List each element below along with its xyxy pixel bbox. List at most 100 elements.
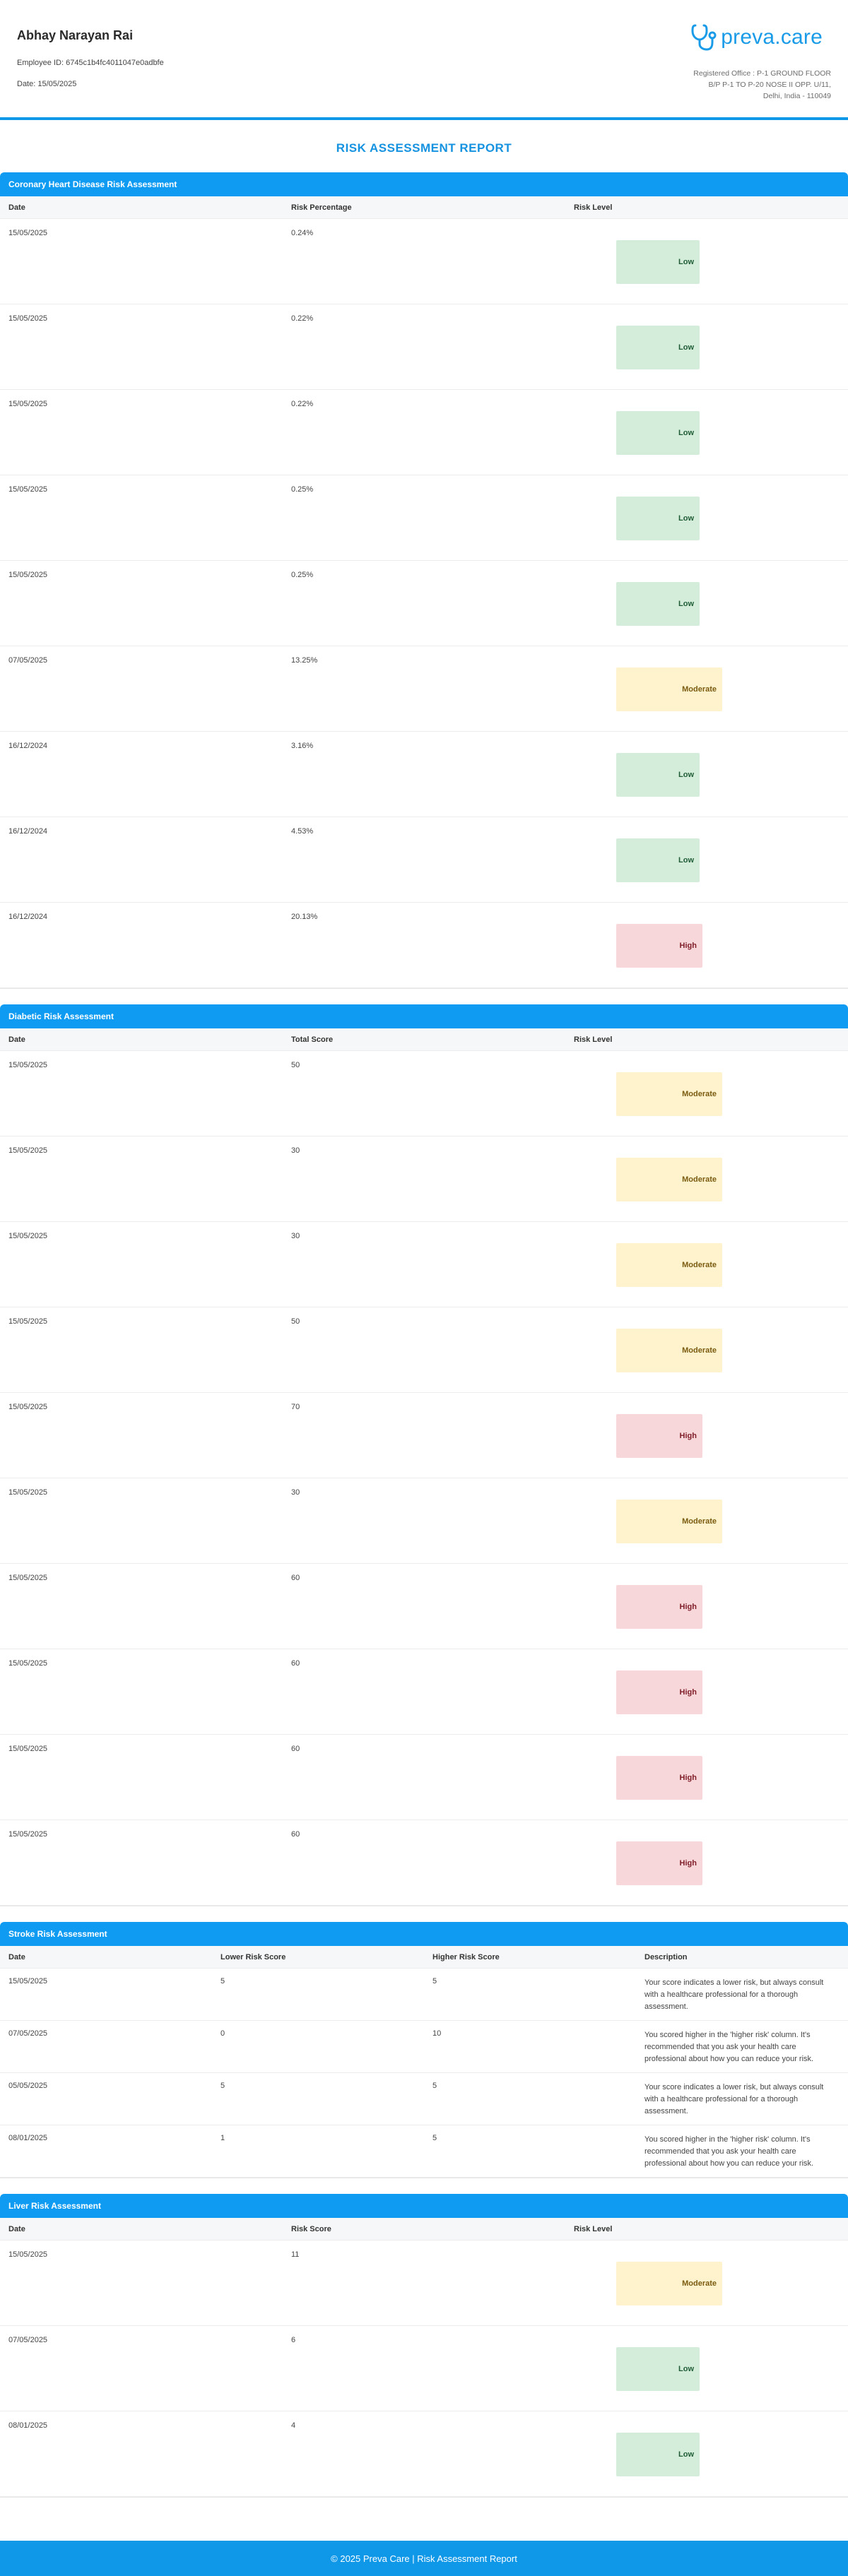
value-cell: 60 [291,1830,300,1839]
date-cell: 15/05/2025 [8,1977,48,1986]
value-cell: 30 [291,1232,300,1240]
lower-score-cell: 5 [220,2082,225,2090]
table-row: 15/05/2025 30 Moderate [0,1478,848,1564]
risk-level-badge: Moderate [616,1158,722,1201]
date-cell: 15/05/2025 [8,1745,48,1753]
table-header: Date Risk Score Risk Level [0,2218,848,2240]
risk-level-cell: Moderate [565,1232,848,1307]
value-cell: 60 [291,1574,300,1582]
risk-level-badge: High [616,924,702,968]
table-row: 08/01/2025 4 Low [0,2411,848,2497]
table-row: 15/05/2025 5 5 Your score indicates a lower… [0,1969,848,2021]
risk-level-cell: High [565,1745,848,1820]
diabetic-section: Diabetic Risk Assessment Date Total Scor… [0,1004,848,1906]
risk-level-cell: Low [565,2421,848,2496]
date-cell: 15/05/2025 [8,1830,48,1839]
value-cell: 20.13% [291,913,318,921]
value-cell: 4.53% [291,827,314,836]
risk-level-badge: Low [616,582,700,626]
address-line: Delhi, India - 110049 [762,92,831,100]
risk-level-badge: Moderate [616,2262,722,2305]
lower-score-cell: 1 [220,2134,225,2142]
address-line: Registered Office : P-1 GROUND FLOOR [693,69,831,78]
table-body: 15/05/2025 0.24% Low 15/05/2025 0.22% Low 15/0… [0,219,848,988]
table-row: 16/12/2024 20.13% High [0,903,848,988]
coronary-section: Coronary Heart Disease Risk Assessment D… [0,172,848,989]
value-cell: 13.25% [291,656,318,665]
table-row: 15/05/2025 30 Moderate [0,1222,848,1307]
date-cell: 15/05/2025 [8,400,48,408]
date-cell: 15/05/2025 [8,1574,48,1582]
table-row: 07/05/2025 6 Low [0,2326,848,2411]
table-row: 15/05/2025 50 Moderate [0,1051,848,1136]
risk-level-badge: Moderate [616,1329,722,1372]
date-cell: 15/05/2025 [8,1659,48,1668]
column-header: Risk Score [291,2224,331,2233]
employee-id: Employee ID: 6745c1b4fc4011047e0adbfe [17,59,164,67]
value-cell: 30 [291,1488,300,1497]
risk-level-badge: Low [616,838,700,882]
date-cell: 15/05/2025 [8,1317,48,1326]
column-header: Date [8,2224,25,2233]
table-row: 15/05/2025 60 High [0,1735,848,1820]
risk-level-badge: Low [616,2347,700,2391]
stroke-section: Stroke Risk Assessment Date Lower Risk S… [0,1922,848,2178]
value-cell: 0.22% [291,314,314,323]
risk-level-badge: Moderate [616,1500,722,1543]
table-row: 15/05/2025 30 Moderate [0,1136,848,1222]
value-cell: 6 [291,2336,296,2344]
risk-level-badge: Low [616,326,700,369]
value-cell: 0.25% [291,485,314,494]
higher-score-cell: 5 [432,2082,437,2090]
risk-level-cell: Moderate [565,1488,848,1563]
table-body: 15/05/2025 50 Moderate 15/05/2025 30 Moderate… [0,1051,848,1906]
risk-level-cell: Moderate [565,1146,848,1221]
logo-text: preva.care [721,25,823,49]
risk-level-badge: High [616,1670,702,1714]
value-cell: 70 [291,1403,300,1411]
date-cell: 08/01/2025 [8,2421,48,2430]
risk-level-cell: Low [565,400,848,475]
lower-score-cell: 0 [220,2029,225,2038]
risk-level-badge: Moderate [616,667,722,711]
column-header: Date [8,1035,25,1044]
risk-level-badge: High [616,1841,702,1885]
description-cell: You scored higher in the 'higher risk' c… [644,2031,814,2063]
risk-level-cell: Moderate [565,1317,848,1392]
risk-level-badge: Low [616,2433,700,2476]
risk-level-cell: High [565,1574,848,1649]
description-cell: Your score indicates a lower risk, but a… [644,1978,824,2011]
higher-score-cell: 5 [432,1977,437,1986]
column-header: Risk Level [574,2224,613,2233]
table-row: 15/05/2025 0.25% Low [0,475,848,561]
date-cell: 07/05/2025 [8,656,48,665]
risk-level-cell: Low [565,571,848,646]
higher-score-cell: 10 [432,2029,442,2038]
date-cell: 16/12/2024 [8,742,48,750]
description-cell: Your score indicates a lower risk, but a… [644,2083,824,2115]
table-row: 08/01/2025 1 5 You scored higher in the 'hi… [0,2125,848,2178]
column-header: Higher Risk Score [432,1952,500,1961]
table-row: 15/05/2025 50 Moderate [0,1307,848,1393]
column-header: Risk Level [574,1035,613,1044]
value-cell: 0.22% [291,400,314,408]
value-cell: 30 [291,1146,300,1155]
table-row: 15/05/2025 0.25% Low [0,561,848,646]
table-row: 15/05/2025 0.24% Low [0,219,848,304]
date-cell: 07/05/2025 [8,2336,48,2344]
risk-level-cell: High [565,1403,848,1478]
date-cell: 08/01/2025 [8,2134,48,2142]
description-cell: You scored higher in the 'higher risk' c… [644,2135,814,2168]
table-row: 15/05/2025 0.22% Low [0,304,848,390]
risk-level-cell: Low [565,742,848,817]
value-cell: 3.16% [291,742,314,750]
risk-level-badge: High [616,1756,702,1800]
value-cell: 4 [291,2421,296,2430]
table-row: 07/05/2025 13.25% Moderate [0,646,848,732]
table-row: 07/05/2025 0 10 You scored higher in the 'h… [0,2021,848,2073]
section-title: Liver Risk Assessment [0,2194,848,2218]
column-header: Risk Level [574,203,613,212]
risk-level-badge: Low [616,411,700,455]
date-cell: 15/05/2025 [8,1232,48,1240]
table-header: Date Total Score Risk Level [0,1028,848,1051]
